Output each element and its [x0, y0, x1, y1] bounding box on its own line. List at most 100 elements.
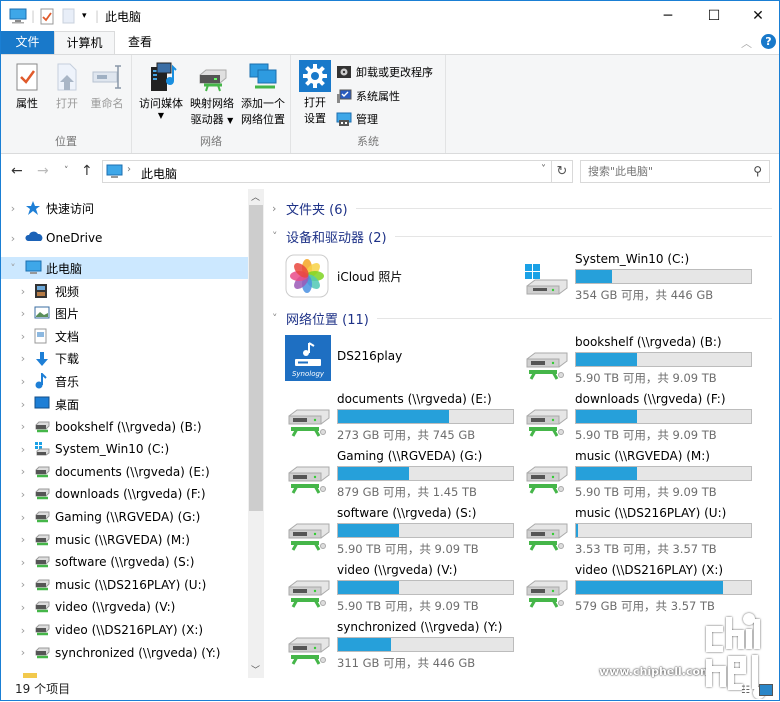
chevron-right-icon[interactable]: › — [18, 330, 28, 343]
chevron-right-icon[interactable]: › — [18, 420, 28, 433]
close-button[interactable]: ✕ — [735, 1, 780, 31]
chevron-right-icon[interactable]: › — [18, 511, 28, 524]
nav-item[interactable]: › music (\\RGVEDA) (M:) — [1, 529, 248, 551]
customize-quick-access-icon[interactable]: ▾ — [82, 7, 87, 25]
open-settings-button[interactable]: 打开 设置 — [299, 60, 331, 127]
nav-item[interactable]: › software (\\rgveda) (S:) — [1, 551, 248, 573]
nav-item[interactable]: › 音乐 — [1, 370, 248, 392]
chevron-right-icon[interactable]: › — [18, 624, 28, 637]
network-drive-tile[interactable]: music (\\RGVEDA) (M:) 5.90 TB 可用，共 9.09 T… — [523, 449, 763, 501]
chevron-right-icon[interactable]: › — [18, 578, 28, 591]
network-drive-tile[interactable]: software (\\rgveda) (S:) 5.90 TB 可用，共 9.0… — [285, 506, 525, 558]
network-drive-tile[interactable]: music (\\DS216PLAY) (U:) 3.53 TB 可用，共 3.5… — [523, 506, 763, 558]
nav-item-label: software (\\rgveda) (S:) — [55, 555, 195, 570]
nav-item-label: synchronized (\\rgveda) (Y:) — [55, 645, 221, 660]
scroll-down-icon[interactable]: ﹀ — [251, 663, 260, 676]
chevron-right-icon[interactable]: › — [18, 556, 28, 569]
tab-file[interactable]: 文件 — [1, 31, 54, 54]
properties-button[interactable]: 属性 — [9, 61, 45, 112]
nav-item[interactable]: › music (\\DS216PLAY) (U:) — [1, 574, 248, 596]
properties-quick-icon[interactable] — [40, 7, 54, 25]
chevron-right-icon[interactable]: › — [18, 646, 28, 659]
chevron-right-icon[interactable]: › — [18, 533, 28, 546]
back-arrow-icon[interactable]: ← — [11, 163, 23, 179]
up-arrow-icon[interactable]: ↑ — [81, 163, 93, 179]
scroll-up-icon[interactable]: ︿ — [251, 190, 260, 203]
chevron-right-icon[interactable]: › — [8, 202, 18, 215]
minimize-button[interactable]: ─ — [645, 1, 691, 31]
search-icon[interactable]: ⚲ — [753, 164, 762, 178]
computer-icon — [106, 164, 123, 182]
refresh-button[interactable]: ↻ — [551, 160, 573, 183]
maximize-button[interactable]: ☐ — [691, 1, 737, 31]
breadcrumb-this-pc[interactable]: 此电脑 — [141, 165, 177, 182]
nav-item[interactable]: › video (\\rgveda) (V:) — [1, 596, 248, 618]
system-properties-button[interactable]: 系统属性 — [336, 86, 400, 106]
address-bar[interactable]: › 此电脑 ˅ — [102, 160, 552, 183]
nav-item[interactable]: › video (\\DS216PLAY) (X:) — [1, 619, 248, 641]
add-network-location-button[interactable]: 添加一个 网络位置 — [238, 61, 288, 128]
device-tile-icloud[interactable]: iCloud 照片 — [285, 252, 525, 304]
network-drive-tile[interactable]: Gaming (\\RGVEDA) (G:) 879 GB 可用，共 1.45 T… — [285, 449, 525, 501]
chevron-right-icon[interactable]: › — [18, 443, 28, 456]
group-header-devices[interactable]: ˅ 设备和驱动器 (2) — [272, 226, 772, 246]
forward-arrow-icon[interactable]: → — [37, 163, 49, 179]
help-icon[interactable]: ? — [761, 34, 776, 49]
nav-item[interactable]: › Gaming (\\RGVEDA) (G:) — [1, 506, 248, 528]
group-header-folders[interactable]: › 文件夹 (6) — [272, 198, 772, 218]
collapse-ribbon-icon[interactable]: ︿ — [741, 35, 752, 51]
nav-pane-scrollbar[interactable]: ︿ ﹀ — [248, 189, 264, 678]
chevron-right-icon[interactable]: › — [18, 465, 28, 478]
chevron-right-icon[interactable]: › — [18, 307, 28, 320]
chevron-right-icon[interactable]: › — [18, 601, 28, 614]
search-input[interactable] — [581, 161, 741, 182]
nav-item[interactable]: › bookshelf (\\rgveda) (B:) — [1, 416, 248, 438]
chevron-right-icon[interactable]: › — [18, 488, 28, 501]
network-drive-tile[interactable]: video (\\rgveda) (V:) 5.90 TB 可用，共 9.09 T… — [285, 563, 525, 615]
drive-usage-fill — [338, 467, 410, 480]
nav-item[interactable]: ˅ 此电脑 — [1, 257, 248, 279]
nav-item[interactable]: › System_Win10 (C:) — [1, 438, 248, 460]
network-drive-tile[interactable]: downloads (\\rgveda) (F:) 5.90 TB 可用，共 9.… — [523, 392, 763, 444]
chevron-right-icon[interactable]: › — [18, 375, 28, 388]
uninstall-programs-button[interactable]: 卸载或更改程序 — [336, 62, 433, 82]
open-button[interactable]: 打开 — [49, 61, 85, 112]
tab-view[interactable]: 查看 — [117, 31, 163, 54]
nav-item[interactable]: › 下载 — [1, 348, 248, 370]
nav-item[interactable]: › 文档 — [1, 325, 248, 347]
manage-button[interactable]: 管理 — [336, 109, 378, 129]
tab-computer[interactable]: 计算机 — [54, 31, 115, 54]
network-drive-tile[interactable]: documents (\\rgveda) (E:) 273 GB 可用，共 745… — [285, 392, 525, 444]
map-network-drive-button[interactable]: 映射网络 驱动器 ▼ — [188, 61, 236, 129]
address-dropdown-icon[interactable]: ˅ — [541, 164, 546, 175]
nav-item[interactable]: › synchronized (\\rgveda) (Y:) — [1, 642, 248, 664]
nav-item[interactable]: › 视频 — [1, 280, 248, 302]
chevron-right-icon[interactable]: › — [18, 285, 28, 298]
nav-item[interactable]: › documents (\\rgveda) (E:) — [1, 461, 248, 483]
large-icons-view-icon[interactable] — [759, 684, 773, 696]
details-view-icon[interactable]: ☷ — [741, 685, 750, 696]
rename-button[interactable]: 重命名 — [87, 61, 127, 112]
chevron-right-icon[interactable]: › — [8, 232, 18, 245]
search-box[interactable]: ⚲ — [580, 160, 770, 183]
nav-item[interactable]: › 桌面 — [1, 393, 248, 415]
group-header-network-locations[interactable]: ˅ 网络位置 (11) — [272, 308, 772, 328]
scrollbar-thumb[interactable] — [249, 205, 263, 511]
nav-item[interactable]: › OneDrive — [1, 227, 248, 249]
chevron-right-icon[interactable]: › — [18, 398, 28, 411]
drive-tile-c[interactable]: System_Win10 (C:) 354 GB 可用，共 446 GB — [523, 252, 763, 304]
new-folder-quick-icon[interactable] — [62, 7, 75, 25]
network-drive-tile[interactable]: bookshelf (\\rgveda) (B:) 5.90 TB 可用，共 9.… — [523, 335, 763, 387]
nav-item-label: 音乐 — [55, 374, 80, 389]
access-media-button[interactable]: 访问媒体 ▼ — [136, 61, 186, 120]
network-drive-tile[interactable]: synchronized (\\rgveda) (Y:) 311 GB 可用，共 … — [285, 620, 525, 672]
chevron-down-icon[interactable]: ˅ — [8, 262, 18, 275]
drive-name: video (\\DS216PLAY) (X:) — [575, 563, 724, 577]
network-drive-tile[interactable]: video (\\DS216PLAY) (X:) 579 GB 可用，共 3.57… — [523, 563, 763, 615]
nav-item[interactable]: › downloads (\\rgveda) (F:) — [1, 483, 248, 505]
network-device-tile[interactable]: Synology DS216play — [285, 335, 525, 387]
chevron-right-icon[interactable]: › — [18, 352, 28, 365]
recent-locations-chevron-icon[interactable]: ˅ — [64, 166, 69, 176]
nav-item[interactable]: › 快速访问 — [1, 197, 248, 219]
nav-item[interactable]: › 图片 — [1, 303, 248, 325]
